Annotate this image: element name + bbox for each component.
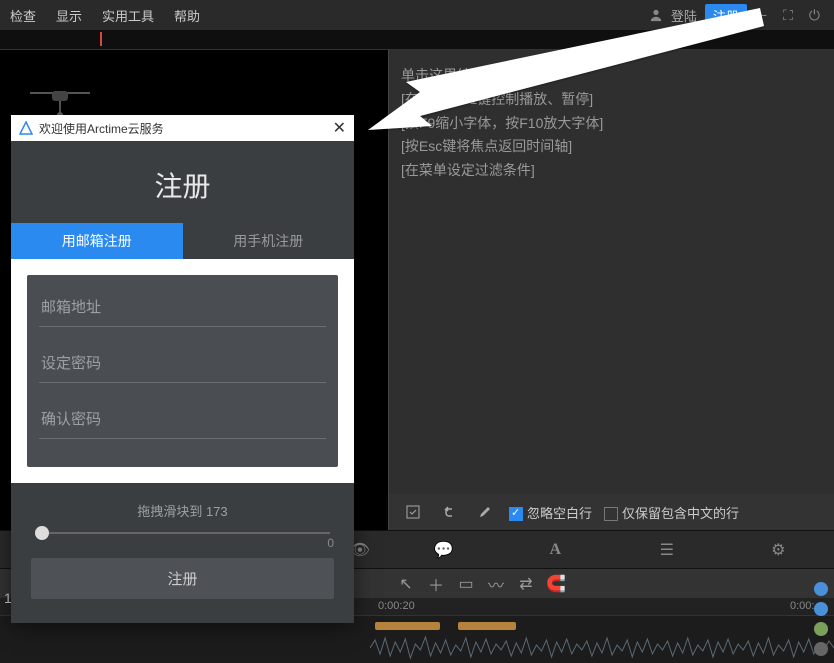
settings-tab-icon[interactable]: ⚙ xyxy=(723,540,834,560)
track-dot[interactable] xyxy=(814,582,828,596)
select-icon[interactable] xyxy=(401,500,425,524)
minimize-icon[interactable]: − xyxy=(755,7,771,23)
close-window-icon[interactable]: ⏻ xyxy=(805,7,824,24)
login-link[interactable]: 登陆 xyxy=(671,6,697,25)
editor-line: [按Esc键将焦点返回时间轴] xyxy=(401,135,822,159)
edit-icon[interactable] xyxy=(473,500,497,524)
chinese-only-checkbox[interactable]: 仅保留包含中文的行 xyxy=(604,503,739,522)
editor-line: 单击这里编辑字幕稿 xyxy=(401,64,822,88)
captcha-slider[interactable]: 0 xyxy=(35,532,330,534)
font-tab-icon[interactable]: A xyxy=(500,541,612,559)
editor-options-bar: 忽略空白行 仅保留包含中文的行 xyxy=(389,494,834,530)
top-ruler xyxy=(0,30,834,50)
tab-email-register[interactable]: 用邮箱注册 xyxy=(11,223,183,259)
register-button[interactable]: 注册 xyxy=(705,4,747,27)
ignore-blank-checkbox[interactable]: 忽略空白行 xyxy=(509,503,592,522)
menu-tools[interactable]: 实用工具 xyxy=(102,6,154,25)
subtitle-editor[interactable]: 单击这里编辑字幕稿 [在这里按F1键控制播放、暂停] [按F9缩小字体，按F10… xyxy=(389,50,834,494)
swap-tool-icon[interactable]: ⇄ xyxy=(514,573,538,595)
editor-line: [在菜单设定过滤条件] xyxy=(401,159,822,183)
editor-line: [按F9缩小字体，按F10放大字体] xyxy=(401,112,822,136)
chat-tab-icon[interactable]: 💬 xyxy=(388,540,500,560)
menu-help[interactable]: 帮助 xyxy=(174,6,200,25)
slider-label: 拖拽滑块到 173 xyxy=(31,501,334,520)
dialog-title-text: 欢迎使用Arctime云服务 xyxy=(39,120,164,137)
track-dot[interactable] xyxy=(814,622,828,636)
subtitle-clip[interactable] xyxy=(375,622,440,630)
dialog-header: 注册 xyxy=(11,141,354,223)
time-marker: 0:00: xyxy=(790,600,814,612)
submit-register-button[interactable]: 注册 xyxy=(31,558,334,599)
track-dot[interactable] xyxy=(814,602,828,616)
dialog-close-icon[interactable]: ✕ xyxy=(333,118,346,138)
maximize-icon[interactable]: ⛶ xyxy=(779,7,797,24)
email-field[interactable] xyxy=(39,289,326,327)
password-field[interactable] xyxy=(39,345,326,383)
magnet-tool-icon[interactable]: 🧲 xyxy=(544,573,568,595)
subtitle-clip[interactable] xyxy=(458,622,516,630)
menu-display[interactable]: 显示 xyxy=(56,6,82,25)
time-marker: 0:00:20 xyxy=(378,600,415,612)
undo-icon[interactable] xyxy=(437,500,461,524)
register-dialog: 欢迎使用Arctime云服务 ✕ 注册 用邮箱注册 用手机注册 拖拽滑块到 17… xyxy=(11,115,354,623)
editor-line: [在这里按F1键控制播放、暂停] xyxy=(401,88,822,112)
add-tool-icon[interactable]: ＋ xyxy=(424,573,448,595)
wave-tool-icon[interactable]: 〰 xyxy=(484,573,508,595)
audio-waveform xyxy=(370,634,834,662)
ruler-marker xyxy=(100,32,102,46)
slider-max: 0 xyxy=(327,536,334,550)
tab-phone-register[interactable]: 用手机注册 xyxy=(183,223,355,259)
slider-thumb[interactable] xyxy=(35,526,49,540)
user-icon xyxy=(649,8,663,22)
list-tab-icon[interactable]: ☰ xyxy=(611,540,723,560)
track-dot[interactable] xyxy=(814,642,828,656)
cursor-tool-icon[interactable]: ↖ xyxy=(394,573,418,595)
confirm-password-field[interactable] xyxy=(39,401,326,439)
menu-inspect[interactable]: 检查 xyxy=(10,6,36,25)
track-color-dots xyxy=(814,582,828,656)
box-tool-icon[interactable]: ▭ xyxy=(454,573,478,595)
top-menu-bar: 检查 显示 实用工具 帮助 登陆 注册 − ⛶ ⏻ xyxy=(0,0,834,30)
dialog-titlebar[interactable]: 欢迎使用Arctime云服务 ✕ xyxy=(11,115,354,141)
arctime-logo-icon xyxy=(19,121,33,135)
